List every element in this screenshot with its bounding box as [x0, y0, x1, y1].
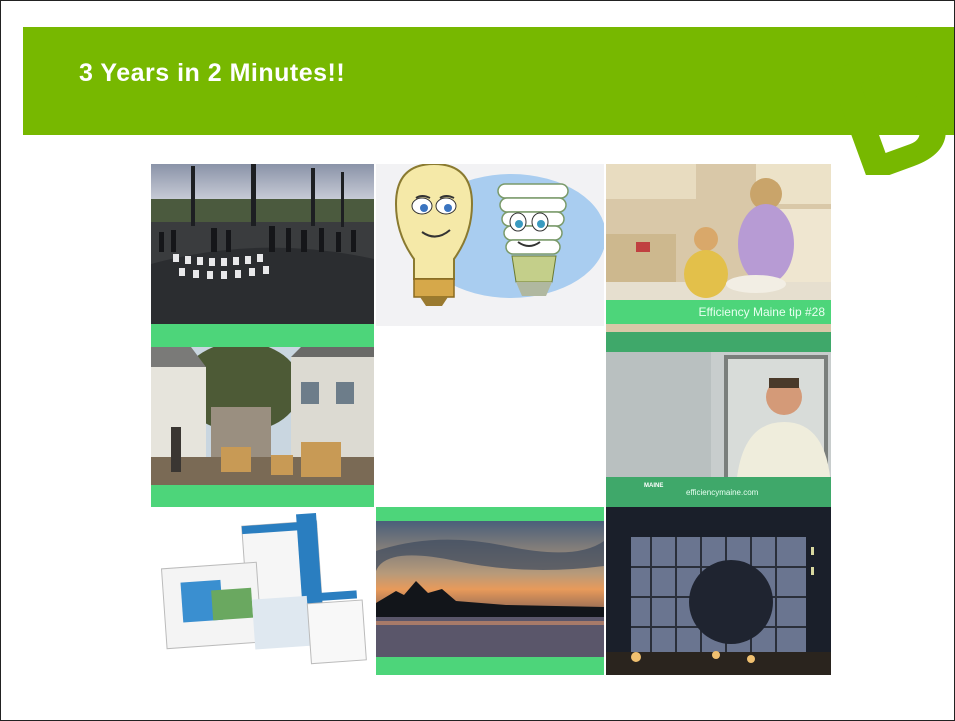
outdoor-ceremony-photo [151, 164, 374, 344]
b-logo-shape [828, 50, 946, 175]
stripe [376, 507, 604, 521]
kitchen-video-still: Efficiency Maine tip #28 [606, 164, 831, 344]
stripe [606, 344, 831, 352]
spokesman-video-still: MAINE efficiencymaine.com [606, 352, 831, 507]
houses-photo [151, 347, 374, 507]
lake-sunset-photo [376, 521, 604, 675]
caption-bar-lower [606, 332, 831, 344]
b-logo [828, 50, 946, 175]
url-caption: efficiencymaine.com [686, 488, 759, 497]
night-building-photo [606, 507, 831, 675]
stripe [151, 326, 374, 347]
slide-title: 3 Years in 2 Minutes!! [79, 59, 346, 87]
brochures-photo [151, 507, 374, 675]
slide: 3 Years in 2 Minutes!! Efficiency Maine … [0, 0, 955, 721]
brand-mark: MAINE [644, 483, 664, 489]
lightbulb-cartoon [376, 164, 604, 326]
photo-collage: Efficiency Maine tip #28 MAINE efficienc… [151, 164, 831, 675]
kitchen-caption: Efficiency Maine tip #28 [698, 305, 825, 319]
stripe [151, 485, 374, 507]
blank-cell [376, 347, 604, 507]
